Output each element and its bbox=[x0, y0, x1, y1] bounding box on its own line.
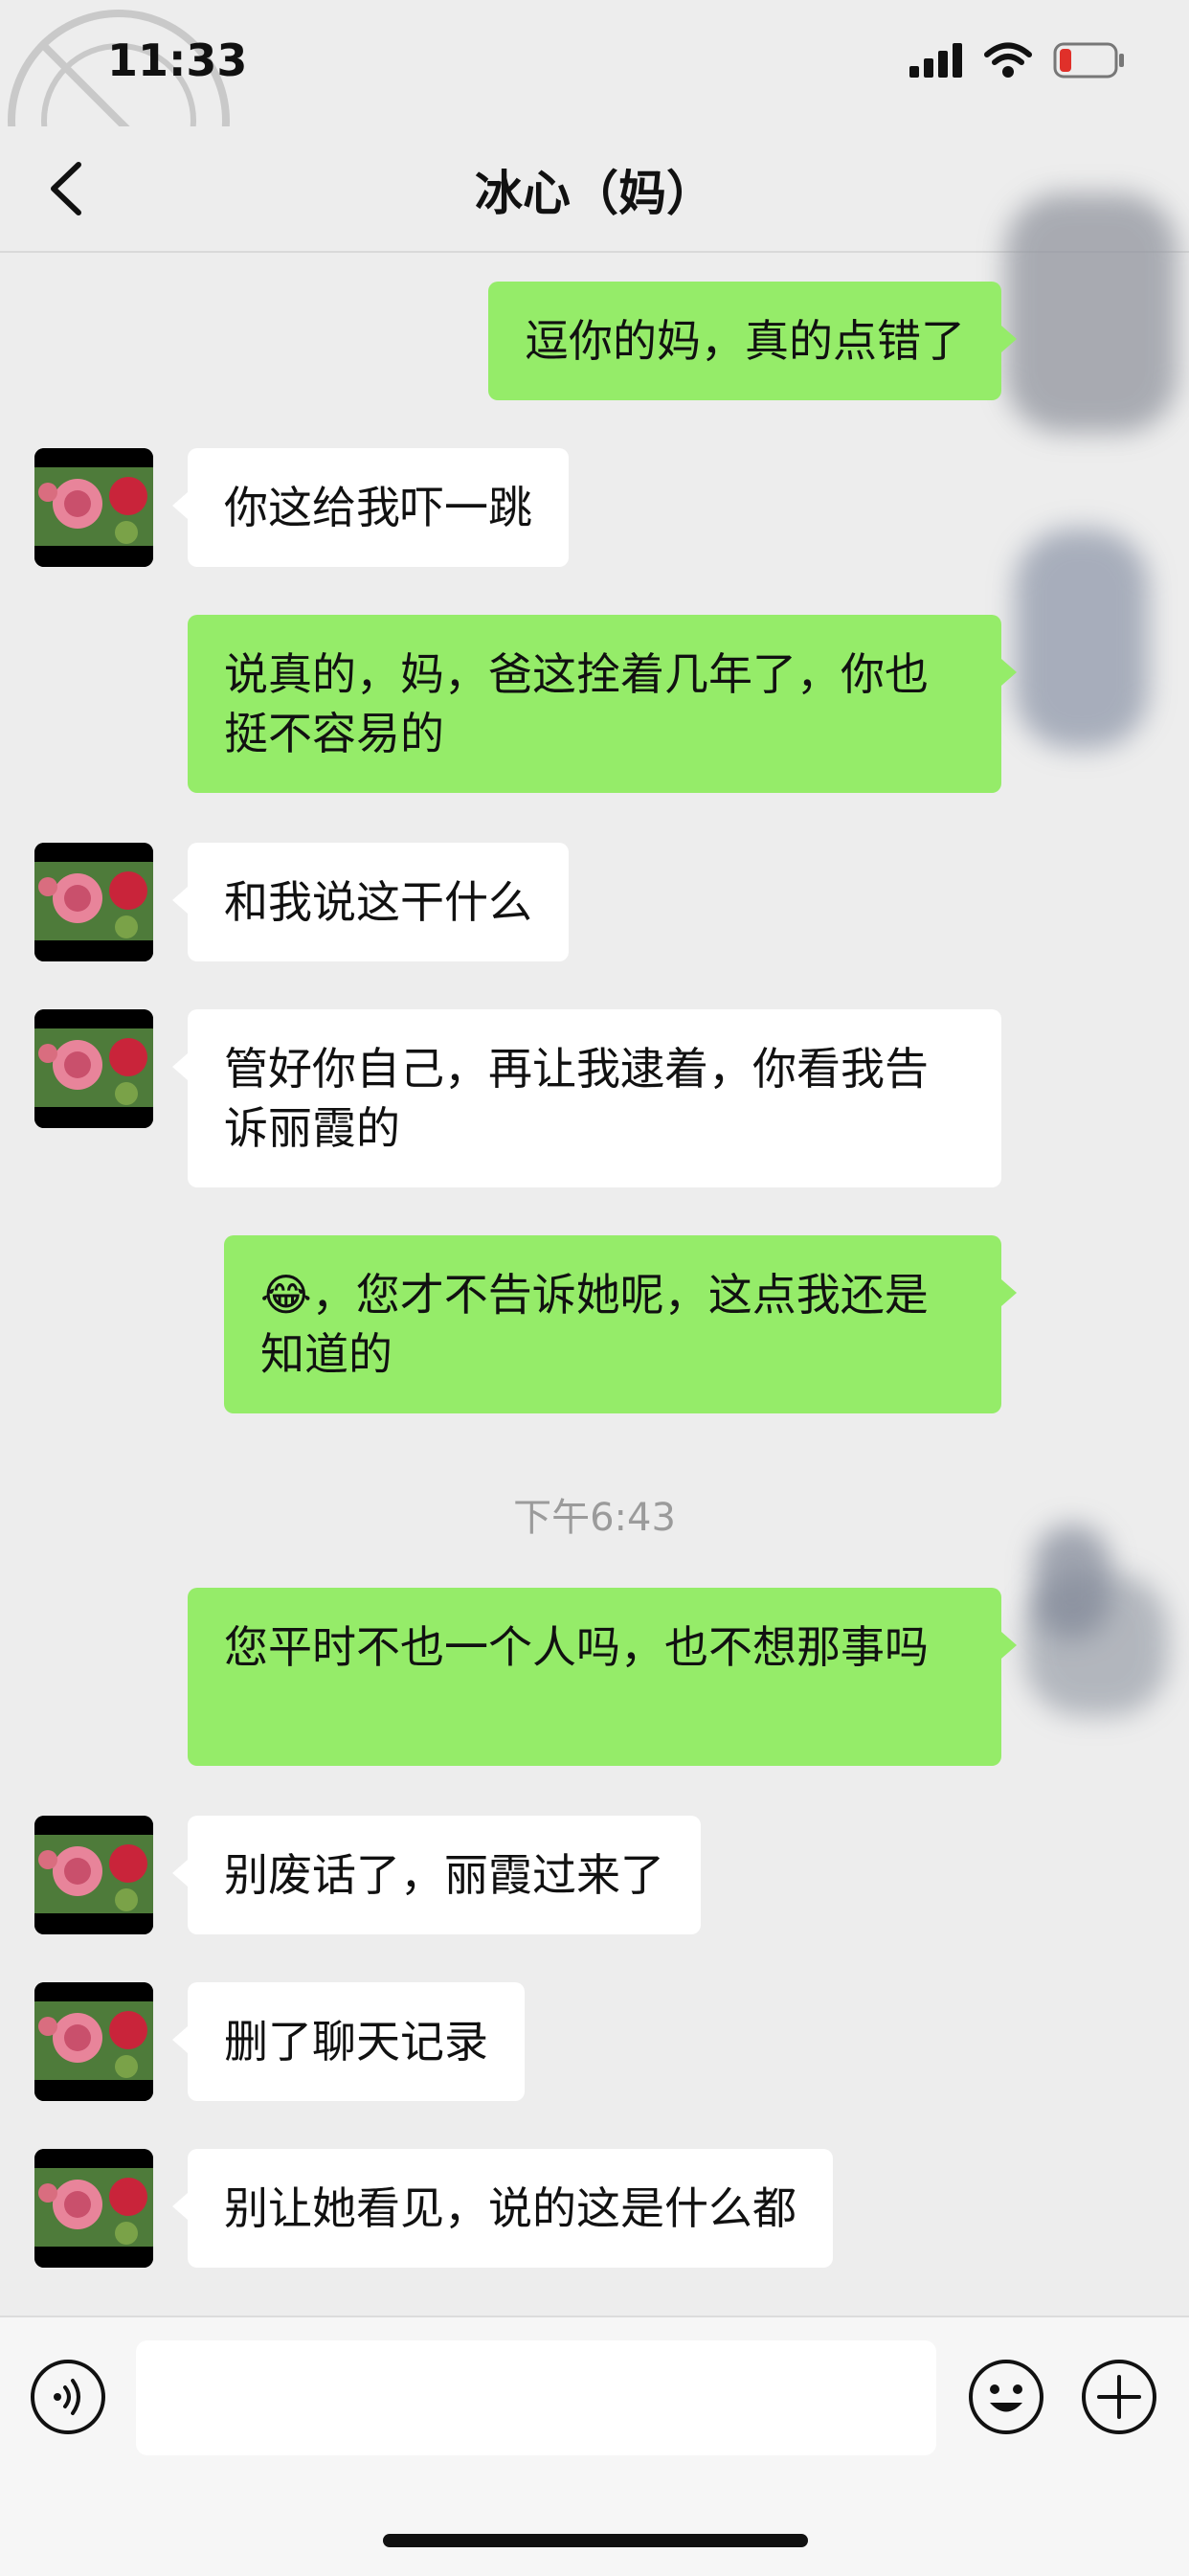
message-incoming[interactable]: 别让她看见，说的这是什么都 bbox=[0, 2149, 1189, 2268]
message-outgoing[interactable]: 说真的，妈，爸这拴着几年了，你也挺不容易的 bbox=[0, 615, 1189, 793]
status-bar: 11:33 bbox=[0, 0, 1189, 232]
message-outgoing[interactable]: 😂，您才不告诉她呢，这点我还是知道的 bbox=[0, 1235, 1189, 1413]
contact-avatar[interactable] bbox=[34, 1982, 153, 2101]
flower-avatar-icon bbox=[34, 1982, 153, 2101]
message-bubble[interactable]: 别让她看见，说的这是什么都 bbox=[188, 2149, 833, 2268]
message-incoming[interactable]: 你这给我吓一跳 bbox=[0, 448, 1189, 567]
message-outgoing[interactable]: 您平时不也一个人吗，也不想那事吗 bbox=[0, 1588, 1189, 1766]
message-bubble[interactable]: 管好你自己，再让我逮着，你看我告诉丽霞的 bbox=[188, 1009, 1001, 1187]
message-outgoing[interactable]: 逗你的妈，真的点错了 bbox=[0, 282, 1189, 400]
bubble-tail bbox=[172, 2026, 188, 2053]
contact-avatar[interactable] bbox=[34, 2149, 153, 2268]
bubble-tail bbox=[1001, 659, 1017, 686]
message-incoming[interactable]: 管好你自己，再让我逮着，你看我告诉丽霞的 bbox=[0, 1009, 1189, 1187]
wifi-icon bbox=[984, 42, 1032, 78]
message-bubble[interactable]: 你这给我吓一跳 bbox=[188, 448, 569, 567]
message-incoming[interactable]: 删了聊天记录 bbox=[0, 1982, 1189, 2101]
smiley-icon[interactable] bbox=[967, 2358, 1045, 2436]
message-list[interactable]: 逗你的妈，真的点错了 你这给我吓一跳 说真的，妈，爸这拴着几年了，你也挺不容易的 bbox=[0, 193, 1189, 2316]
cellular-signal-icon bbox=[909, 43, 962, 78]
plus-icon[interactable] bbox=[1080, 2358, 1158, 2436]
flower-avatar-icon bbox=[34, 448, 153, 567]
message-bubble[interactable]: 说真的，妈，爸这拴着几年了，你也挺不容易的 bbox=[188, 615, 1001, 793]
bubble-tail bbox=[172, 887, 188, 914]
message-input[interactable] bbox=[136, 2340, 936, 2455]
contact-name-title: 冰心（妈） bbox=[475, 166, 714, 221]
message-bubble[interactable]: 您平时不也一个人吗，也不想那事吗 bbox=[188, 1588, 1001, 1766]
flower-avatar-icon bbox=[34, 1816, 153, 1934]
home-indicator[interactable] bbox=[383, 2534, 808, 2547]
bubble-tail bbox=[1001, 1632, 1017, 1659]
bubble-tail bbox=[172, 2193, 188, 2220]
message-bubble[interactable]: 别废话了，丽霞过来了 bbox=[188, 1816, 701, 1934]
bubble-tail bbox=[172, 1860, 188, 1887]
message-incoming[interactable]: 和我说这干什么 bbox=[0, 843, 1189, 961]
voice-icon[interactable] bbox=[29, 2358, 107, 2436]
timestamp-divider: 下午6:43 bbox=[513, 1496, 676, 1540]
message-bubble[interactable]: 删了聊天记录 bbox=[188, 1982, 525, 2101]
battery-icon bbox=[1053, 42, 1124, 79]
message-incoming[interactable]: 别废话了，丽霞过来了 bbox=[0, 1816, 1189, 1934]
bubble-tail bbox=[172, 1053, 188, 1080]
bubble-tail bbox=[172, 492, 188, 519]
bubble-tail bbox=[1001, 1279, 1017, 1306]
laughing-emoji-icon: 😂 bbox=[260, 1269, 312, 1321]
flower-avatar-icon bbox=[34, 843, 153, 961]
message-bubble[interactable]: 逗你的妈，真的点错了 bbox=[488, 282, 1001, 400]
contact-avatar[interactable] bbox=[34, 843, 153, 961]
status-time: 11:33 bbox=[107, 34, 248, 86]
message-bubble[interactable]: 😂，您才不告诉她呢，这点我还是知道的 bbox=[224, 1235, 1001, 1413]
contact-avatar[interactable] bbox=[34, 1816, 153, 1934]
contact-avatar[interactable] bbox=[34, 1009, 153, 1128]
message-text: ，您才不告诉她呢，这点我还是知道的 bbox=[260, 1269, 929, 1380]
contact-avatar[interactable] bbox=[34, 448, 153, 567]
bubble-tail bbox=[1001, 326, 1017, 352]
flower-avatar-icon bbox=[34, 2149, 153, 2268]
status-icons bbox=[909, 42, 1126, 79]
message-bubble[interactable]: 和我说这干什么 bbox=[188, 843, 569, 961]
flower-avatar-icon bbox=[34, 1009, 153, 1128]
